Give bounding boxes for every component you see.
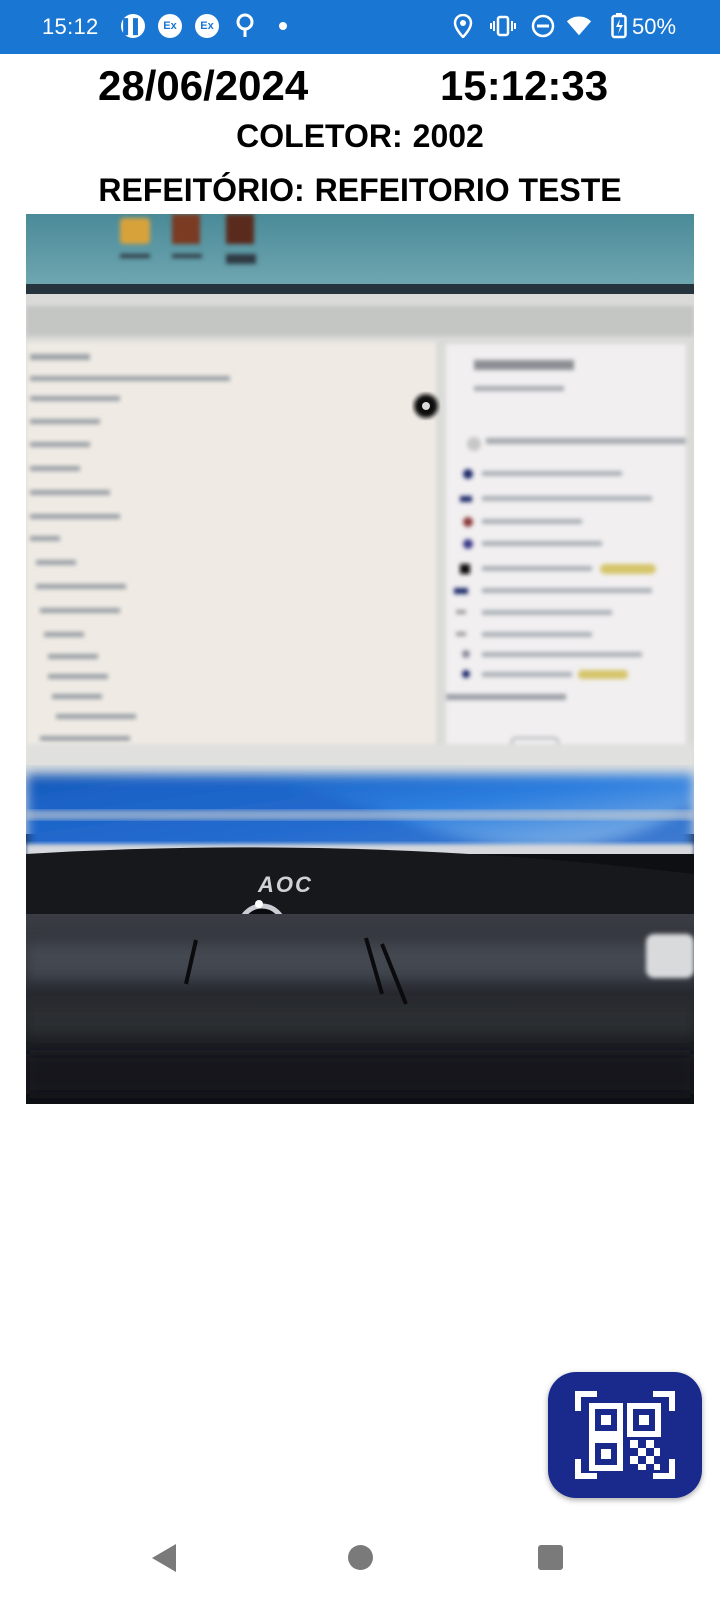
location-icon xyxy=(450,13,476,39)
refeitorio-value: REFEITORIO TESTE xyxy=(314,172,622,208)
camera-preview[interactable]: AOC xyxy=(26,214,694,1104)
navigation-bar xyxy=(0,1520,720,1600)
recent-apps-icon[interactable] xyxy=(538,1545,563,1570)
back-icon[interactable] xyxy=(152,1544,176,1572)
status-time: 15:12 xyxy=(42,14,99,39)
current-date: 28/06/2024 xyxy=(98,62,309,109)
battery-percentage: 50% xyxy=(632,14,677,39)
coletor-label: COLETOR: xyxy=(236,118,403,154)
coletor-line: COLETOR: 2002 xyxy=(0,118,720,155)
monitor-brand-label: AOC xyxy=(257,872,313,897)
qr-code-scan-icon xyxy=(575,1391,675,1479)
vibrate-icon xyxy=(490,13,516,39)
refeitorio-line: REFEITÓRIO: REFEITORIO TESTE xyxy=(0,172,720,209)
refeitorio-label: REFEITÓRIO: xyxy=(98,172,305,208)
wifi-icon xyxy=(566,13,592,39)
app-notification-icon: ▌▌ xyxy=(120,13,146,39)
camera-frame-image: AOC xyxy=(26,214,694,1104)
more-dot-icon xyxy=(270,13,296,39)
exchange-icon: Ex xyxy=(157,13,183,39)
current-time: 15:12:33 xyxy=(440,62,609,109)
do-not-disturb-icon xyxy=(530,13,556,39)
home-icon[interactable] xyxy=(348,1545,373,1570)
coletor-value: 2002 xyxy=(412,118,484,154)
exchange-icon: Ex xyxy=(194,13,220,39)
scan-qr-button[interactable] xyxy=(548,1372,702,1498)
location-pin-icon xyxy=(232,13,258,39)
status-bar: 15:12 ▌▌ Ex Ex 50% xyxy=(0,0,720,54)
battery-charging-icon xyxy=(606,13,632,39)
